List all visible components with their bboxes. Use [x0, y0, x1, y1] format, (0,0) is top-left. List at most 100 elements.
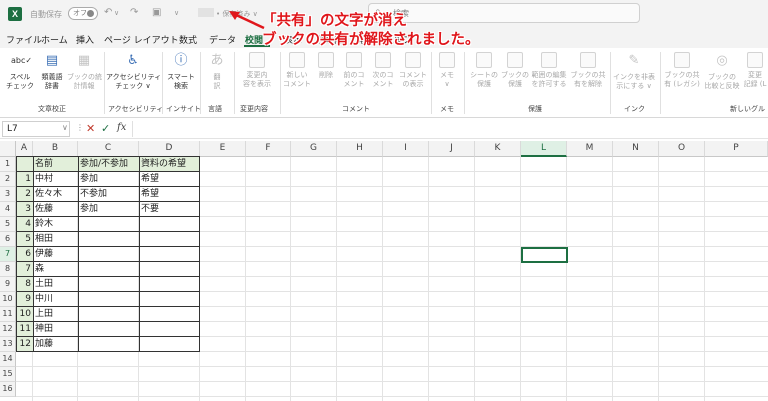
- table-cell[interactable]: [139, 262, 200, 277]
- delete-comment-button[interactable]: 削除: [313, 52, 339, 80]
- share-workbook-legacy-button[interactable]: ブックの共 有 (レガシ): [662, 52, 702, 89]
- thesaurus-button[interactable]: ▤ 類義語 辞書: [38, 52, 66, 91]
- table-cell[interactable]: [139, 307, 200, 322]
- table-corner-cell[interactable]: [16, 157, 33, 172]
- table-cell[interactable]: 上田: [33, 307, 78, 322]
- table-cell[interactable]: [78, 277, 139, 292]
- row-header[interactable]: 15: [0, 367, 16, 382]
- table-header-cell[interactable]: 資料の希望: [139, 157, 200, 172]
- table-cell[interactable]: 中村: [33, 172, 78, 187]
- smart-lookup-button[interactable]: ⓘ スマート 検索: [165, 52, 197, 91]
- tab-page-layout[interactable]: ページ レイアウト: [104, 33, 179, 46]
- table-cell[interactable]: [78, 247, 139, 262]
- protect-sheet-button[interactable]: シートの 保護: [468, 52, 500, 89]
- table-cell[interactable]: 相田: [33, 232, 78, 247]
- table-index-cell[interactable]: 4: [16, 217, 33, 231]
- column-header-k[interactable]: K: [475, 141, 521, 157]
- previous-comment-button[interactable]: 前のコ メント: [340, 52, 368, 89]
- column-header-h[interactable]: H: [337, 141, 383, 157]
- column-header-d[interactable]: D: [139, 141, 200, 157]
- row-header[interactable]: 5: [0, 217, 16, 232]
- customize-toolbar-icon[interactable]: ∨: [174, 9, 179, 17]
- row-header[interactable]: 4: [0, 202, 16, 217]
- cancel-icon[interactable]: ✕: [86, 122, 95, 135]
- table-cell[interactable]: [139, 247, 200, 262]
- select-all-corner[interactable]: [0, 141, 16, 157]
- row-header[interactable]: 8: [0, 262, 16, 277]
- tab-file[interactable]: ファイル: [6, 33, 42, 46]
- table-index-cell[interactable]: 10: [16, 307, 33, 321]
- table-cell[interactable]: 佐藤: [33, 202, 78, 217]
- table-cell[interactable]: 佐々木: [33, 187, 78, 202]
- table-header-cell[interactable]: 参加/不参加: [78, 157, 139, 172]
- name-box-dropdown-icon[interactable]: ∨: [62, 123, 68, 132]
- table-cell[interactable]: 不参加: [78, 187, 139, 202]
- table-cell[interactable]: 中川: [33, 292, 78, 307]
- table-cell[interactable]: 希望: [139, 172, 200, 187]
- table-cell[interactable]: [139, 217, 200, 232]
- hide-ink-button[interactable]: ✎ インクを非表 示にする ∨: [612, 52, 656, 91]
- table-index-cell[interactable]: 8: [16, 277, 33, 291]
- table-cell[interactable]: [139, 322, 200, 337]
- undo-icon[interactable]: ↶: [104, 7, 112, 18]
- row-header[interactable]: 11: [0, 307, 16, 322]
- table-cell[interactable]: 森: [33, 262, 78, 277]
- row-header[interactable]: 7: [0, 247, 16, 262]
- table-index-cell[interactable]: 6: [16, 247, 33, 261]
- table-index-cell[interactable]: 2: [16, 187, 33, 201]
- table-index-cell[interactable]: 9: [16, 292, 33, 306]
- column-header-g[interactable]: G: [291, 141, 337, 157]
- table-cell[interactable]: 伊藤: [33, 247, 78, 262]
- table-index-cell[interactable]: 11: [16, 322, 33, 336]
- protect-workbook-button[interactable]: ブックの 保護: [501, 52, 529, 89]
- row-header[interactable]: 3: [0, 187, 16, 202]
- table-header-cell[interactable]: 名前: [33, 157, 78, 172]
- table-cell[interactable]: [78, 322, 139, 337]
- column-header-i[interactable]: I: [383, 141, 429, 157]
- track-changes-button[interactable]: 変更 記録 (L: [742, 52, 768, 89]
- table-cell[interactable]: [139, 337, 200, 352]
- column-header-a[interactable]: A: [16, 141, 33, 157]
- show-changes-button[interactable]: 変更内 容を表示: [238, 52, 276, 89]
- table-cell[interactable]: [78, 262, 139, 277]
- column-header-b[interactable]: B: [33, 141, 78, 157]
- table-cell[interactable]: 加藤: [33, 337, 78, 352]
- worksheet-grid[interactable]: A B C D E F G H I J K L M N O P 12345678…: [0, 141, 768, 401]
- undo-dropdown-icon[interactable]: ∨: [114, 9, 119, 17]
- table-cell[interactable]: [139, 292, 200, 307]
- column-header-n[interactable]: N: [613, 141, 659, 157]
- table-cell[interactable]: 不要: [139, 202, 200, 217]
- table-cell[interactable]: [78, 292, 139, 307]
- column-header-o[interactable]: O: [659, 141, 705, 157]
- unshare-workbook-button[interactable]: ブックの共 有を解除: [569, 52, 607, 89]
- table-cell[interactable]: 土田: [33, 277, 78, 292]
- table-index-cell[interactable]: 7: [16, 262, 33, 276]
- table-index-cell[interactable]: 1: [16, 172, 33, 186]
- new-comment-button[interactable]: 新しい コメント: [282, 52, 312, 89]
- table-index-cell[interactable]: 12: [16, 337, 33, 351]
- name-box[interactable]: L7: [2, 121, 70, 137]
- notes-button[interactable]: メモ ∨: [435, 52, 459, 89]
- autosave-toggle[interactable]: オフ: [68, 7, 98, 20]
- row-header[interactable]: 9: [0, 277, 16, 292]
- table-cell[interactable]: 参加: [78, 172, 139, 187]
- row-header[interactable]: 1: [0, 157, 16, 172]
- next-comment-button[interactable]: 次のコ メント: [369, 52, 397, 89]
- compare-merge-button[interactable]: ◎ ブックの 比較と反映: [703, 52, 741, 91]
- tab-data[interactable]: データ: [209, 33, 236, 46]
- table-cell[interactable]: [78, 232, 139, 247]
- row-header[interactable]: 10: [0, 292, 16, 307]
- tab-formulas[interactable]: 数式: [179, 33, 197, 46]
- row-header[interactable]: 14: [0, 352, 16, 367]
- column-header-m[interactable]: M: [567, 141, 613, 157]
- column-header-p[interactable]: P: [705, 141, 768, 157]
- table-cell[interactable]: [78, 307, 139, 322]
- spell-check-button[interactable]: abc✓ スペル チェック: [6, 52, 34, 91]
- row-header[interactable]: 6: [0, 232, 16, 247]
- translate-button[interactable]: あ 翻 訳: [204, 52, 230, 91]
- column-header-l[interactable]: L: [521, 141, 567, 157]
- accessibility-check-button[interactable]: ♿ アクセシビリティ チェック ∨: [106, 52, 161, 91]
- tab-home[interactable]: ホーム: [41, 33, 68, 46]
- table-cell[interactable]: [139, 232, 200, 247]
- table-cell[interactable]: [139, 277, 200, 292]
